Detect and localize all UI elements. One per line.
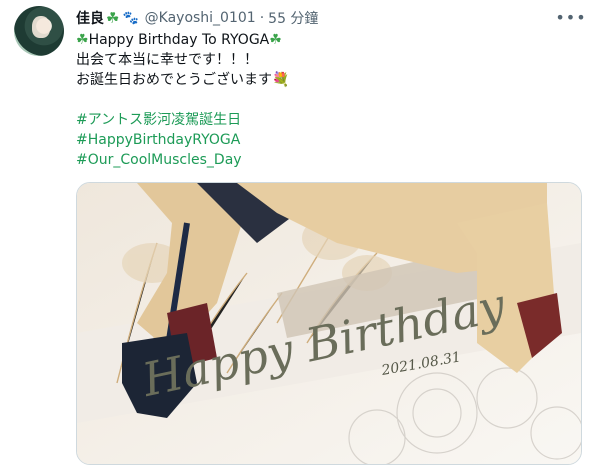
author-name[interactable]: 佳良 bbox=[76, 8, 104, 28]
author-handle[interactable]: @Kayoshi_0101 bbox=[145, 10, 256, 26]
hashtag-link[interactable]: #アントス影河凌駕誕生日 bbox=[76, 110, 576, 130]
tweet-media-image[interactable]: Happy Birthday 2021.08.31 bbox=[76, 182, 582, 465]
tweet-line-1-text: Happy Birthday To RYOGA bbox=[88, 32, 270, 48]
tweet-line-1: ☘Happy Birthday To RYOGA☘ bbox=[76, 30, 576, 50]
avatar[interactable] bbox=[14, 6, 64, 56]
hashtag-link[interactable]: #Our_CoolMuscles_Day bbox=[76, 150, 576, 170]
timestamp[interactable]: 55 分鐘 bbox=[268, 8, 318, 28]
tweet-text: ☘Happy Birthday To RYOGA☘ 出会て本当に幸せです！！！ … bbox=[76, 30, 576, 170]
clover-icon: ☘ bbox=[76, 32, 89, 48]
tweet-header: 佳良 ☘ 🐾 @Kayoshi_0101 · 55 分鐘 bbox=[76, 8, 318, 28]
more-horizontal-icon[interactable]: ••• bbox=[555, 6, 585, 28]
paw-icon: 🐾 bbox=[122, 10, 139, 26]
artwork: Happy Birthday 2021.08.31 bbox=[77, 183, 581, 464]
hashtag-link[interactable]: #HappyBirthdayRYOGA bbox=[76, 130, 576, 150]
bouquet-icon: 💐 bbox=[272, 72, 290, 88]
separator-dot: · bbox=[259, 10, 265, 26]
tweet-line-3: お誕生日おめでとうございます💐 bbox=[76, 70, 576, 90]
clover-icon: ☘ bbox=[106, 9, 120, 27]
tweet-line-3-text: お誕生日おめでとうございます bbox=[76, 72, 272, 88]
tweet-line-2: 出会て本当に幸せです！！！ bbox=[76, 52, 258, 68]
tweet: 佳良 ☘ 🐾 @Kayoshi_0101 · 55 分鐘 ••• ☘Happy … bbox=[0, 0, 594, 467]
clover-icon: ☘ bbox=[269, 32, 282, 48]
